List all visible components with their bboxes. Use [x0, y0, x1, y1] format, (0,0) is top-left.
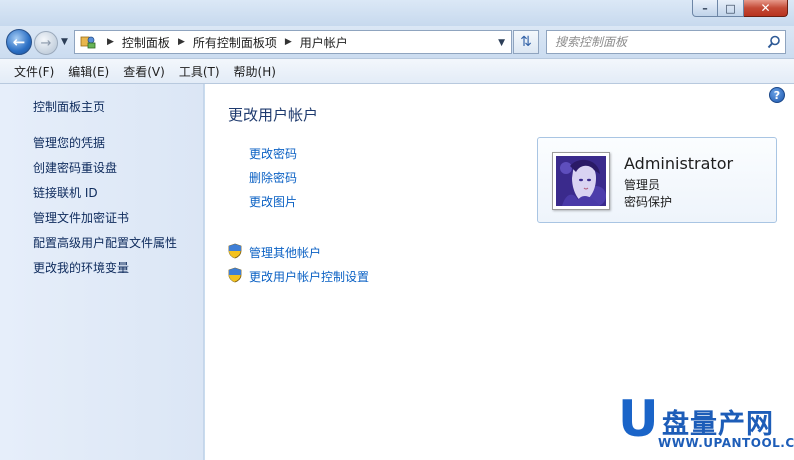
user-role: 管理员	[624, 178, 661, 192]
address-bar[interactable]: ▶ 控制面板 ▶ 所有控制面板项 ▶ 用户帐户 ▼	[74, 30, 512, 54]
watermark-letter: U	[618, 390, 659, 448]
user-picture	[556, 156, 606, 206]
search-icon[interactable]	[763, 35, 785, 49]
minimize-button[interactable]: –	[692, 0, 718, 17]
back-button[interactable]: ←	[6, 29, 32, 55]
menu-tools[interactable]: 工具(T)	[172, 61, 227, 82]
change-password-link[interactable]: 更改密码	[249, 145, 297, 162]
user-status: 密码保护	[624, 195, 673, 209]
sidebar-item-profile-properties[interactable]: 配置高级用户配置文件属性	[33, 234, 177, 251]
navigation-bar: ← → ▼ ▶ 控制面板 ▶ 所有控制面板项 ▶ 用户帐户 ▼ ⇅	[0, 26, 794, 58]
close-button[interactable]: ✕	[744, 0, 788, 17]
sidebar-item-encryption-certs[interactable]: 管理文件加密证书	[33, 209, 129, 226]
avatar	[552, 152, 610, 210]
breadcrumb-all-items[interactable]: 所有控制面板项	[193, 34, 277, 51]
refresh-icon: ⇅	[520, 34, 532, 50]
uac-shield-icon	[227, 267, 243, 286]
breadcrumb-separator[interactable]: ▶	[285, 37, 292, 47]
window-caption-buttons: – □ ✕	[692, 0, 788, 17]
user-name: Administrator	[624, 154, 734, 173]
breadcrumb-separator[interactable]: ▶	[178, 37, 185, 47]
sidebar-item-reset-disk[interactable]: 创建密码重设盘	[33, 159, 117, 176]
menu-bar: 文件(F) 编辑(E) 查看(V) 工具(T) 帮助(H)	[0, 58, 794, 84]
breadcrumb-control-panel[interactable]: 控制面板	[122, 34, 170, 51]
address-dropdown-icon[interactable]: ▼	[498, 38, 505, 48]
breadcrumb-separator[interactable]: ▶	[107, 37, 114, 47]
sidebar-item-online-id[interactable]: 链接联机 ID	[33, 184, 98, 201]
manage-other-accounts-link[interactable]: 管理其他帐户	[249, 244, 321, 261]
sidebar-item-credentials[interactable]: 管理您的凭据	[33, 134, 105, 151]
arrow-right-icon: →	[40, 35, 52, 51]
watermark-logo: U 盘量产网 WWW.UPANTOOL.COM	[610, 390, 794, 456]
help-icon[interactable]: ?	[769, 87, 785, 103]
arrow-left-icon: ←	[12, 33, 26, 51]
uac-settings-link[interactable]: 更改用户帐户控制设置	[249, 268, 369, 285]
uac-shield-icon	[227, 243, 243, 262]
sidebar: 控制面板主页 管理您的凭据 创建密码重设盘 链接联机 ID 管理文件加密证书 配…	[0, 84, 204, 460]
remove-password-link[interactable]: 删除密码	[249, 169, 297, 186]
menu-edit[interactable]: 编辑(E)	[61, 61, 116, 82]
breadcrumb-user-accounts[interactable]: 用户帐户	[300, 34, 348, 51]
recent-pages-dropdown[interactable]: ▼	[61, 37, 68, 47]
maximize-button[interactable]: □	[718, 0, 744, 17]
title-bar: – □ ✕	[0, 0, 794, 26]
change-picture-link[interactable]: 更改图片	[249, 193, 297, 210]
uac-settings-row[interactable]: 更改用户帐户控制设置	[227, 267, 369, 286]
search-box[interactable]	[546, 30, 786, 54]
refresh-button[interactable]: ⇅	[513, 30, 539, 54]
sidebar-home-link[interactable]: 控制面板主页	[33, 98, 105, 115]
menu-file[interactable]: 文件(F)	[7, 61, 61, 82]
forward-button[interactable]: →	[34, 31, 58, 55]
watermark-site: WWW.UPANTOOL.COM	[658, 436, 794, 450]
search-input[interactable]	[547, 32, 763, 52]
menu-view[interactable]: 查看(V)	[116, 61, 172, 82]
sidebar-item-env-variables[interactable]: 更改我的环境变量	[33, 259, 129, 276]
user-account-card: Administrator 管理员 密码保护	[537, 137, 777, 223]
page-title: 更改用户帐户	[228, 106, 319, 124]
menu-help[interactable]: 帮助(H)	[227, 61, 283, 82]
manage-accounts-row[interactable]: 管理其他帐户	[227, 243, 321, 262]
control-panel-icon	[77, 34, 99, 50]
